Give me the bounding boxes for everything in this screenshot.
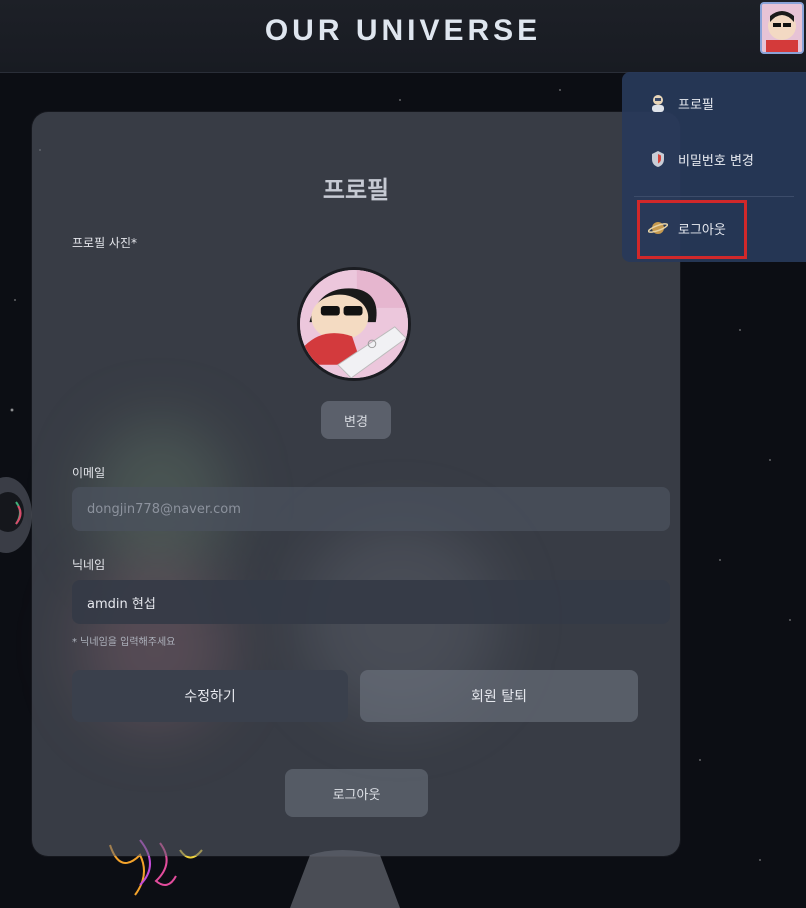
nickname-value: amdin 현섭: [87, 596, 156, 612]
profile-card: 프로필 프로필 사진* 변경 이메일 dongjin778@naver.com …: [32, 112, 680, 856]
email-value: dongjin778@naver.com: [87, 501, 241, 517]
menu-item-change-password[interactable]: 비밀번호 변경: [622, 139, 806, 179]
user-avatar-button[interactable]: [760, 2, 804, 54]
menu-item-label: 비밀번호 변경: [678, 153, 754, 169]
profile-photo-image: [300, 270, 408, 378]
menu-item-label: 프로필: [678, 97, 714, 113]
avatar-icon: [762, 4, 802, 52]
brand-title: OUR UNIVERSE: [264, 14, 542, 47]
logout-highlight-box: [637, 200, 747, 259]
email-label: 이메일: [72, 466, 106, 480]
logout-button[interactable]: 로그아웃: [285, 769, 428, 817]
nickname-input[interactable]: amdin 현섭: [72, 580, 670, 624]
menu-item-profile[interactable]: 프로필: [622, 83, 806, 123]
nickname-label: 닉네임: [72, 558, 106, 572]
save-button[interactable]: 수정하기: [72, 670, 348, 722]
astronaut-illustration: [0, 477, 32, 553]
shield-icon: [648, 149, 668, 169]
menu-divider: [634, 196, 794, 197]
astronaut-icon: [648, 93, 668, 113]
change-photo-button[interactable]: 변경: [321, 401, 391, 439]
email-field: dongjin778@naver.com: [72, 487, 670, 531]
photo-label: 프로필 사진*: [72, 236, 138, 250]
withdraw-button[interactable]: 회원 탈퇴: [360, 670, 638, 722]
page-title: 프로필: [322, 176, 390, 204]
profile-photo: [297, 267, 411, 381]
top-header: OUR UNIVERSE: [0, 0, 806, 73]
nickname-hint: * 닉네임을 입력해주세요: [72, 637, 176, 648]
